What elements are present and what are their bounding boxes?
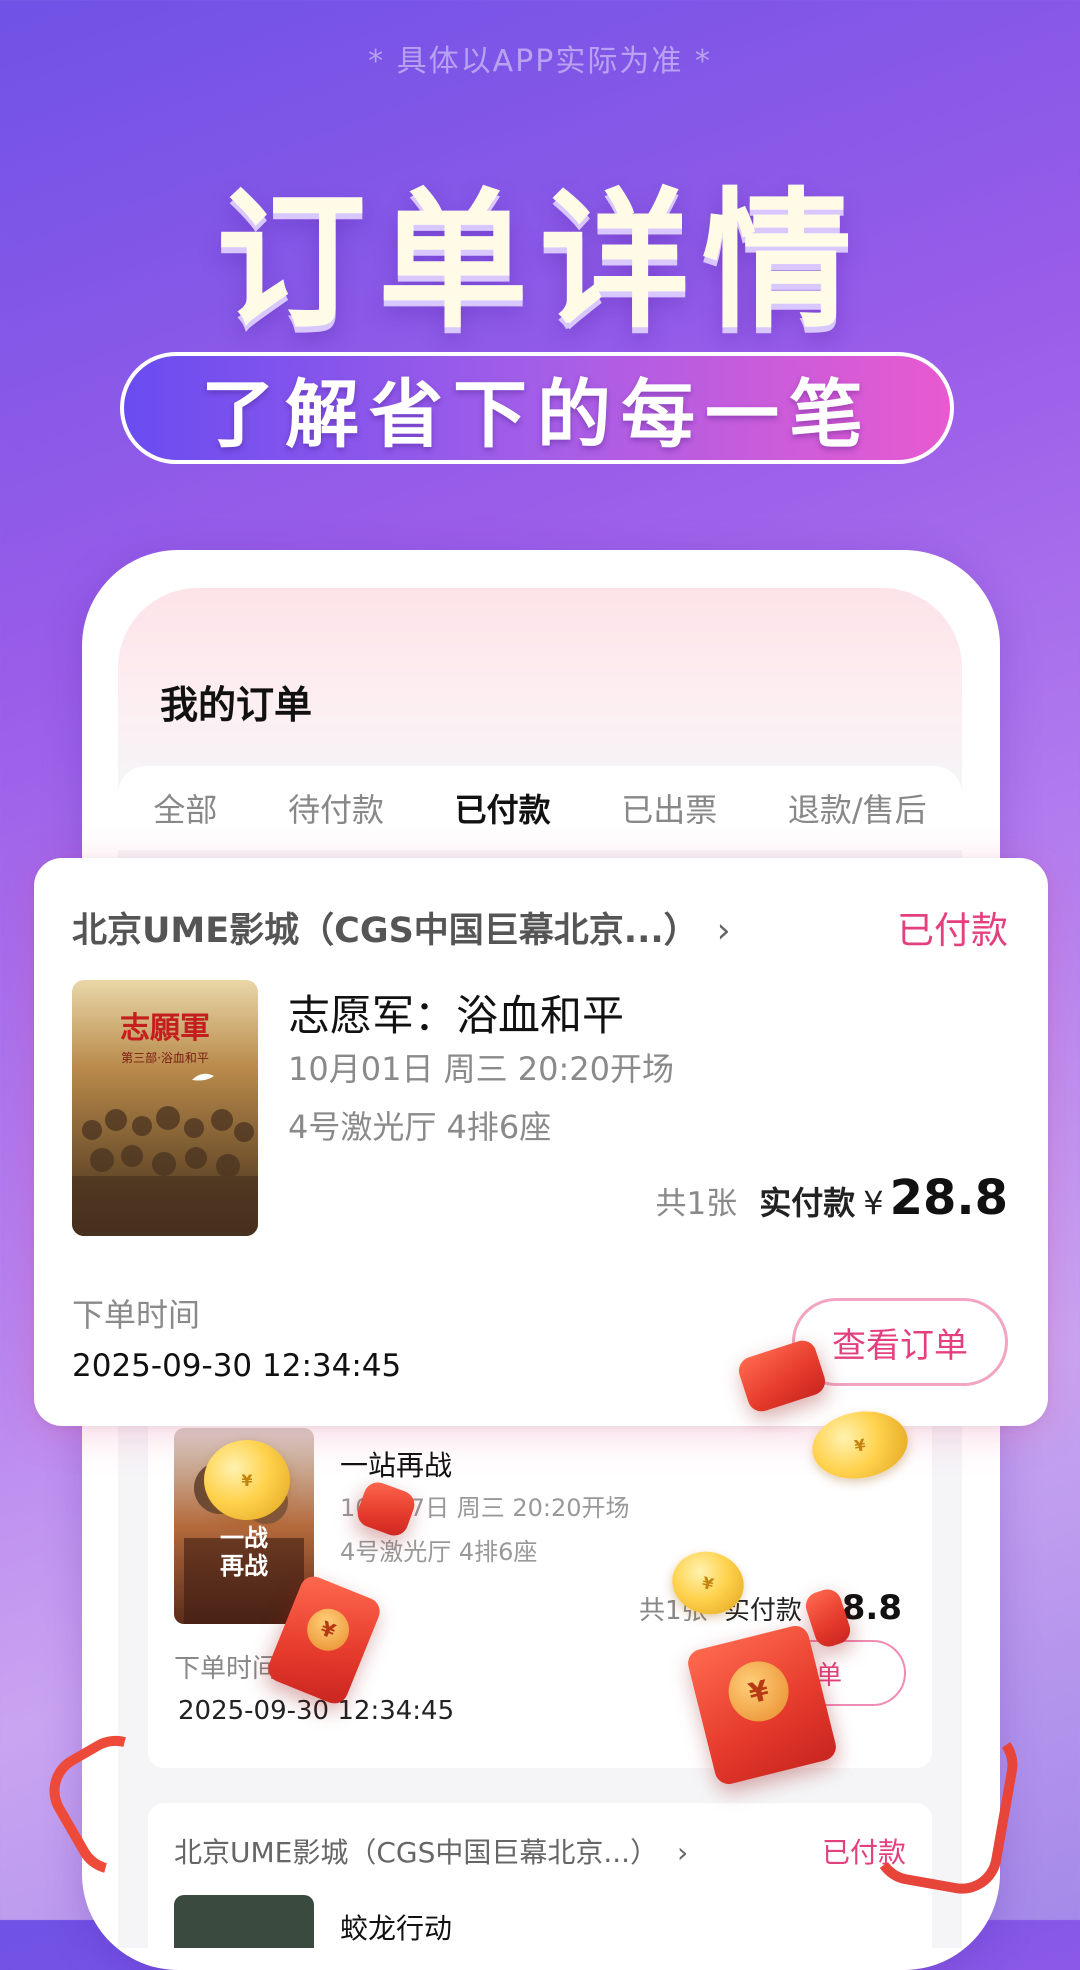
order-card[interactable]: 北京UME影城（CGS中国巨幕北京...） › 已付款 蛟龙行动	[148, 1803, 932, 1948]
cinema-label: 北京UME影城（CGS中国巨幕北京...）	[72, 911, 699, 951]
view-order-button[interactable]: 查看订单	[792, 1298, 1008, 1386]
order-tabs: 全部 待付款 已付款 已出票 退款/售后	[118, 766, 962, 850]
chevron-right-icon: ›	[716, 911, 731, 951]
hero-subtitle: 了解省下的每一笔	[201, 371, 873, 458]
movie-title: 一站再战	[340, 1449, 453, 1482]
tab-refund[interactable]: 退款/售后	[788, 785, 927, 831]
paid-label: 实付款	[759, 1184, 856, 1222]
tab-all[interactable]: 全部	[153, 785, 217, 831]
hero-subtitle-pill: 了解省下的每一笔	[120, 352, 954, 464]
cinema-label: 北京UME影城（CGS中国巨幕北京...）	[174, 1836, 659, 1869]
disclaimer-text: * 具体以APP实际为准 *	[368, 44, 712, 79]
tab-ticketed[interactable]: 已出票	[621, 785, 717, 831]
cinema-name[interactable]: 北京UME影城（CGS中国巨幕北京...） ›	[174, 1831, 688, 1871]
order-time: 2025-09-30 12:34:45	[72, 1348, 402, 1384]
svg-text:第三部·浴血和平: 第三部·浴血和平	[121, 1050, 209, 1065]
coin-mark-icon: ¥	[241, 1470, 253, 1490]
yuan-seal-icon: ¥	[722, 1655, 796, 1728]
ticket-quantity: 共1张	[655, 1186, 738, 1222]
svg-text:再战: 再战	[220, 1552, 268, 1580]
order-total: 共1张 实付款 ¥ 28.8	[655, 1170, 1008, 1226]
cinema-name[interactable]: 北京UME影城（CGS中国巨幕北京...） ›	[72, 902, 731, 953]
movie-poster: 志願軍 第三部·浴血和平	[72, 980, 258, 1236]
screen-header: 我的订单	[118, 588, 962, 768]
order-time-label: 下单时间	[174, 1654, 279, 1684]
order-status: 已付款	[897, 909, 1008, 952]
movie-title: 志愿军：浴血和平	[288, 991, 625, 1040]
movie-title: 蛟龙行动	[340, 1912, 453, 1945]
hall-seat: 4号激光厅 4排6座	[340, 1538, 538, 1566]
movie-poster	[174, 1895, 314, 1948]
hero-title: 订单详情	[215, 175, 864, 349]
order-time: 2025-09-30 12:34:45	[178, 1696, 455, 1726]
currency-symbol: ¥	[863, 1184, 884, 1222]
tab-paid[interactable]: 已付款	[455, 785, 551, 831]
chevron-right-icon: ›	[676, 1836, 689, 1869]
svg-text:一战: 一战	[220, 1524, 268, 1552]
paid-price: 28.8	[889, 1170, 1008, 1226]
page-title: 我的订单	[160, 683, 313, 727]
gold-coin-icon: ¥	[204, 1440, 290, 1520]
featured-order-card[interactable]: 北京UME影城（CGS中国巨幕北京...） › 已付款 志願軍 第三部·浴血和平	[34, 858, 1048, 1426]
yuan-seal-icon: ¥	[300, 1602, 356, 1657]
svg-text:志願軍: 志願軍	[120, 1011, 210, 1046]
hall-seat: 4号激光厅 4排6座	[288, 1108, 552, 1146]
showtime: 10月01日 周三 20:20开场	[288, 1050, 675, 1088]
order-time-label: 下单时间	[72, 1296, 201, 1334]
tab-pending-payment[interactable]: 待付款	[288, 785, 384, 831]
